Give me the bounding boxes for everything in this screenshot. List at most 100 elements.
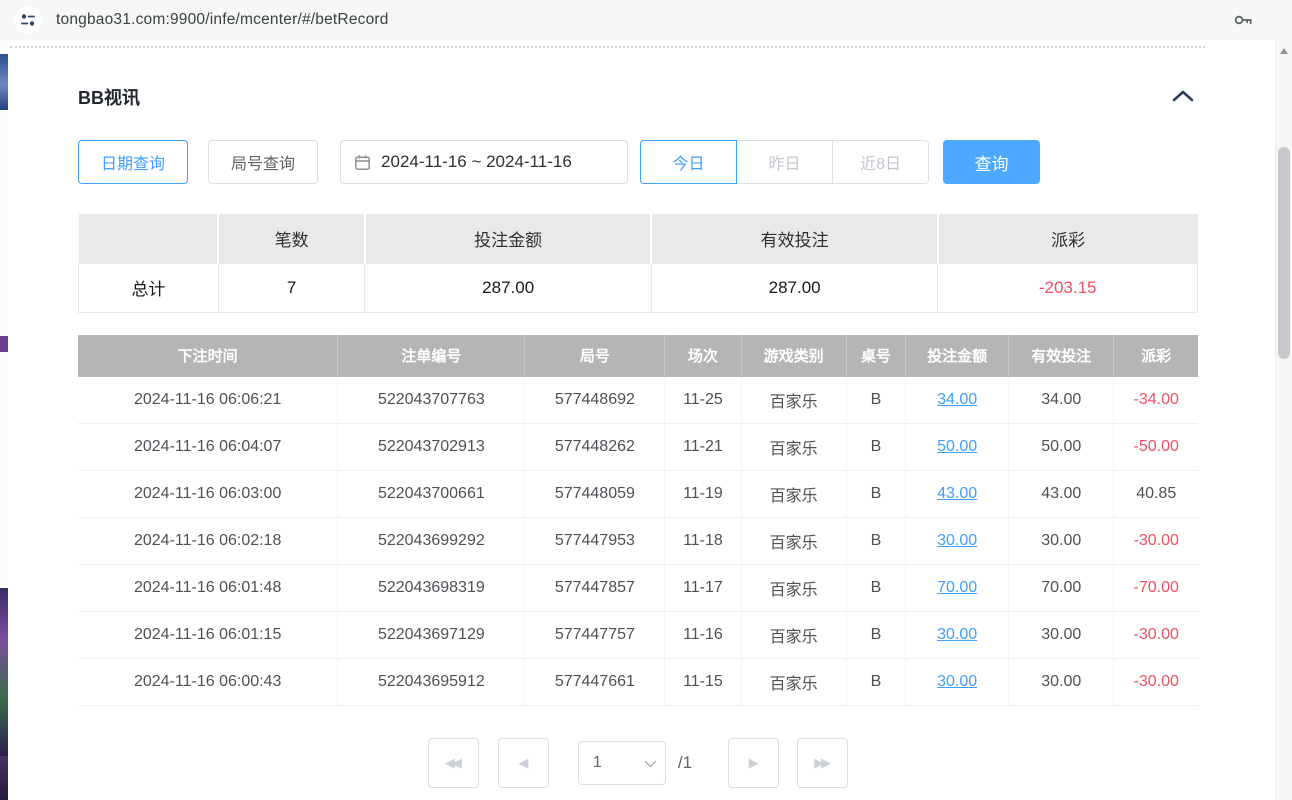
cell-valid-bet: 30.00 [1009,518,1114,565]
double-chevron-right-icon: ▶▶ [814,755,828,771]
url-text[interactable]: tongbao31.com:9900/infe/mcenter/#/betRec… [56,11,389,29]
cell-session: 11-21 [665,424,741,471]
col-game-type: 游戏类别 [741,335,846,377]
col-table-no: 桌号 [846,335,905,377]
bet-record-panel: BB视讯 日期查询 局号查询 2024-11-16 ~ 2024-11-16 今… [8,40,1268,800]
bet-amount-link[interactable]: 50.00 [937,438,977,455]
cell-order-id: 522043700661 [338,471,525,518]
cell-session: 11-16 [665,612,741,659]
scrollbar-thumb[interactable] [1278,147,1290,359]
cell-round-id: 577447857 [525,565,665,612]
cell-bet-time: 2024-11-16 06:04:07 [78,424,338,471]
cell-bet-time: 2024-11-16 06:01:15 [78,612,338,659]
yesterday-button[interactable]: 昨日 [736,140,833,184]
quick-range-group: 今日 昨日 近8日 [640,140,929,184]
bet-amount-link[interactable]: 30.00 [937,626,977,643]
panel-header: BB视讯 [78,84,1198,110]
cell-table-no: B [846,377,905,424]
bet-amount-link[interactable]: 34.00 [937,391,977,408]
cell-game-type: 百家乐 [741,471,846,518]
address-bar[interactable]: tongbao31.com:9900/infe/mcenter/#/betRec… [0,0,1292,40]
cell-round-id: 577447757 [525,612,665,659]
table-row: 2024-11-16 06:04:07 522043702913 5774482… [78,424,1198,471]
prev-page-button[interactable]: ◀ [498,738,549,788]
chevron-right-icon: ▶ [749,755,759,771]
cell-bet-time: 2024-11-16 06:02:18 [78,518,338,565]
today-button[interactable]: 今日 [640,140,737,184]
col-session: 场次 [665,335,741,377]
cell-order-id: 522043698319 [338,565,525,612]
cell-bet-time: 2024-11-16 06:00:43 [78,659,338,706]
bet-amount-link[interactable]: 30.00 [937,673,977,690]
date-range-value: 2024-11-16 ~ 2024-11-16 [381,152,572,172]
background-sliver [0,588,8,758]
cell-payout: -34.00 [1114,377,1198,424]
summary-header-valid-bet: 有效投注 [651,214,937,263]
password-key-icon[interactable] [1232,9,1254,31]
cell-payout: -30.00 [1114,518,1198,565]
pagination: ◀◀ ◀ 1 /1 ▶ ▶▶ [78,738,1198,788]
background-sliver [0,336,8,352]
summary-total-payout: -203.15 [938,263,1198,312]
summary-total-valid: 287.00 [651,263,937,312]
cell-table-no: B [846,612,905,659]
cell-game-type: 百家乐 [741,518,846,565]
cell-order-id: 522043697129 [338,612,525,659]
last-page-button[interactable]: ▶▶ [797,738,848,788]
bet-amount-link[interactable]: 30.00 [937,532,977,549]
col-bet-amount: 投注金额 [906,335,1009,377]
summary-header-count: 笔数 [218,214,365,263]
records-table: 下注时间 注单编号 局号 场次 游戏类别 桌号 投注金额 有效投注 派彩 202… [78,335,1198,707]
table-row: 2024-11-16 06:00:43 522043695912 5774476… [78,659,1198,706]
scroll-up-arrow[interactable] [1280,48,1288,54]
scrollbar[interactable] [1275,40,1292,800]
summary-header-payout: 派彩 [938,214,1198,263]
cell-bet-time: 2024-11-16 06:03:00 [78,471,338,518]
cell-game-type: 百家乐 [741,377,846,424]
chevron-down-icon [645,756,656,767]
date-query-tab[interactable]: 日期查询 [78,140,188,184]
cell-session: 11-19 [665,471,741,518]
profile-switcher-icon[interactable] [14,6,42,34]
cell-session: 11-25 [665,377,741,424]
col-payout: 派彩 [1114,335,1198,377]
cell-valid-bet: 34.00 [1009,377,1114,424]
first-page-button[interactable]: ◀◀ [428,738,479,788]
table-row: 2024-11-16 06:01:15 522043697129 5774477… [78,612,1198,659]
double-chevron-left-icon: ◀◀ [445,755,459,771]
cell-game-type: 百家乐 [741,659,846,706]
cell-table-no: B [846,565,905,612]
cell-round-id: 577447953 [525,518,665,565]
cell-bet-amount: 50.00 [906,424,1009,471]
cell-game-type: 百家乐 [741,424,846,471]
collapse-chevron-icon[interactable] [1168,86,1198,109]
cell-payout: 40.85 [1114,471,1198,518]
bet-amount-link[interactable]: 70.00 [937,579,977,596]
cell-valid-bet: 30.00 [1009,659,1114,706]
cell-bet-amount: 30.00 [906,659,1009,706]
cell-table-no: B [846,424,905,471]
page-title: BB视讯 [78,84,140,110]
search-button[interactable]: 查询 [943,140,1040,184]
cell-round-id: 577448692 [525,377,665,424]
cell-order-id: 522043695912 [338,659,525,706]
cell-round-id: 577448059 [525,471,665,518]
summary-header-blank [79,214,219,263]
cell-bet-time: 2024-11-16 06:06:21 [78,377,338,424]
cell-bet-amount: 30.00 [906,518,1009,565]
summary-total-bet: 287.00 [365,263,651,312]
background-sliver [0,54,8,110]
cell-payout: -70.00 [1114,565,1198,612]
date-range-input[interactable]: 2024-11-16 ~ 2024-11-16 [340,140,628,184]
cell-order-id: 522043707763 [338,377,525,424]
round-query-tab[interactable]: 局号查询 [208,140,318,184]
page-select[interactable]: 1 [578,741,666,785]
bet-amount-link[interactable]: 43.00 [937,485,977,502]
last-8-days-button[interactable]: 近8日 [832,140,929,184]
chevron-left-icon: ◀ [518,755,528,771]
cell-session: 11-17 [665,565,741,612]
cell-round-id: 577447661 [525,659,665,706]
cell-payout: -50.00 [1114,424,1198,471]
next-page-button[interactable]: ▶ [728,738,779,788]
cell-valid-bet: 50.00 [1009,424,1114,471]
